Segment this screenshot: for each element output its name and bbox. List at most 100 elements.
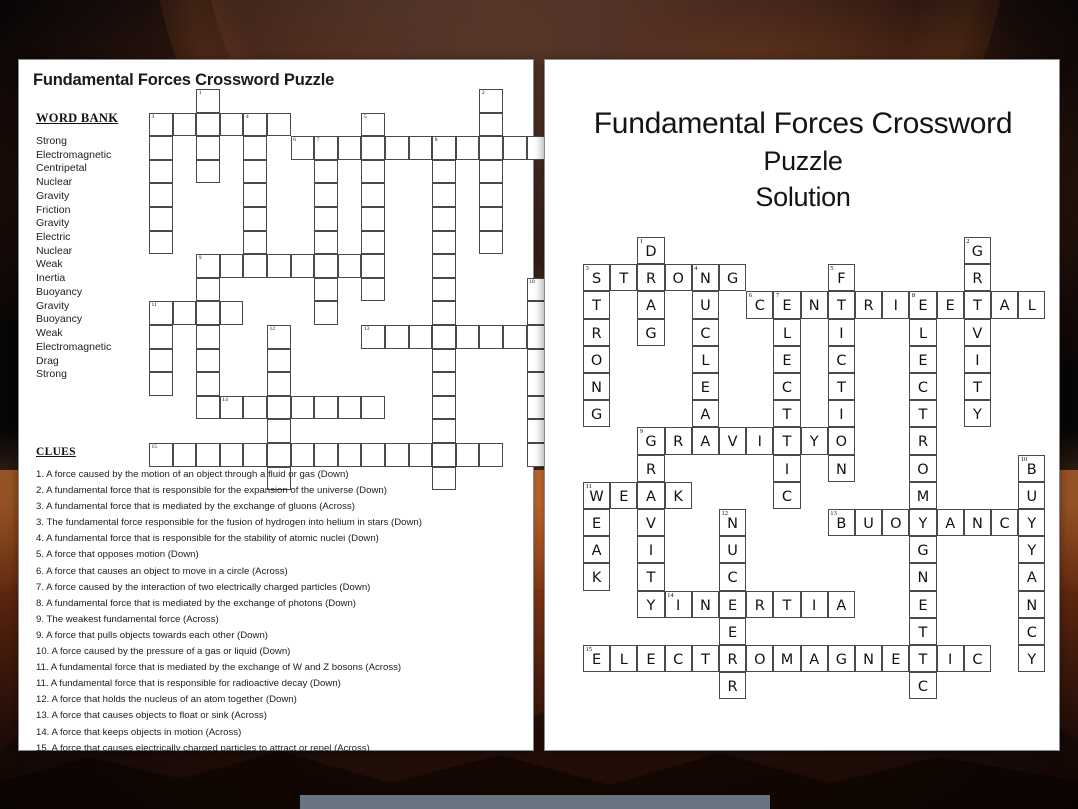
crossword-cell[interactable]	[267, 419, 291, 443]
crossword-cell[interactable]	[432, 277, 456, 302]
crossword-cell[interactable]	[314, 207, 338, 231]
crossword-cell[interactable]	[267, 254, 291, 278]
crossword-cell[interactable]	[479, 112, 503, 137]
crossword-cell[interactable]	[432, 443, 456, 467]
crossword-cell[interactable]	[196, 277, 220, 302]
crossword-cell[interactable]	[361, 254, 385, 278]
crossword-cell[interactable]	[314, 443, 338, 467]
crossword-cell[interactable]	[219, 443, 244, 467]
crossword-cell[interactable]: 5	[361, 112, 385, 137]
crossword-cell[interactable]: 14	[219, 395, 244, 420]
crossword-cell[interactable]	[432, 301, 456, 325]
crossword-cell[interactable]	[149, 136, 173, 160]
crossword-cell[interactable]	[196, 136, 220, 160]
crossword-cell[interactable]	[267, 443, 291, 467]
crossword-cell[interactable]: 12	[267, 325, 291, 349]
crossword-cell[interactable]	[314, 159, 338, 184]
crossword-cell[interactable]	[432, 207, 456, 231]
crossword-cell[interactable]	[243, 254, 267, 278]
crossword-cell[interactable]	[385, 136, 409, 160]
crossword-cell[interactable]	[337, 136, 362, 160]
crossword-cell[interactable]	[314, 183, 338, 207]
crossword-cell[interactable]	[243, 230, 267, 255]
crossword-cell[interactable]	[503, 325, 527, 349]
crossword-cell[interactable]	[219, 254, 244, 278]
crossword-cell[interactable]	[479, 207, 503, 231]
crossword-cell[interactable]	[149, 348, 173, 373]
crossword-cell[interactable]	[267, 395, 291, 420]
crossword-cell[interactable]	[361, 183, 385, 207]
crossword-cell[interactable]	[479, 159, 503, 184]
crossword-cell[interactable]	[432, 395, 456, 420]
crossword-cell[interactable]	[149, 159, 173, 184]
crossword-cell[interactable]	[314, 230, 338, 255]
crossword-cell[interactable]	[196, 348, 220, 373]
crossword-cell[interactable]	[408, 443, 433, 467]
crossword-cell[interactable]	[503, 136, 527, 160]
crossword-cell[interactable]	[149, 230, 173, 255]
crossword-cell[interactable]	[314, 395, 338, 420]
crossword-cell[interactable]	[196, 301, 220, 325]
crossword-cell[interactable]	[196, 112, 220, 137]
crossword-cell[interactable]	[172, 112, 197, 137]
crossword-cell[interactable]	[172, 301, 197, 325]
crossword-cell[interactable]: 9	[196, 254, 220, 278]
crossword-cell[interactable]	[479, 325, 503, 349]
crossword-cell[interactable]	[385, 443, 409, 467]
crossword-cell[interactable]	[243, 136, 267, 160]
crossword-cell[interactable]: 15	[149, 443, 173, 467]
crossword-cell[interactable]	[432, 183, 456, 207]
crossword-cell[interactable]	[337, 254, 362, 278]
crossword-cell[interactable]	[361, 277, 385, 302]
crossword-cell[interactable]	[432, 230, 456, 255]
crossword-cell[interactable]	[314, 277, 338, 302]
crossword-cell[interactable]	[455, 136, 480, 160]
crossword-cell[interactable]	[267, 348, 291, 373]
crossword-cell[interactable]	[408, 325, 433, 349]
crossword-cell[interactable]	[267, 112, 291, 137]
crossword-cell[interactable]	[196, 395, 220, 420]
crossword-cell[interactable]	[149, 207, 173, 231]
crossword-cell[interactable]	[361, 395, 385, 420]
crossword-cell[interactable]	[243, 443, 267, 467]
crossword-cell[interactable]	[432, 419, 456, 443]
crossword-cell[interactable]	[149, 325, 173, 349]
crossword-cell[interactable]: 7	[314, 136, 338, 160]
crossword-cell[interactable]: 3	[149, 112, 173, 137]
crossword-cell[interactable]	[172, 443, 197, 467]
crossword-cell[interactable]	[432, 348, 456, 373]
crossword-cell[interactable]	[408, 136, 433, 160]
crossword-cell[interactable]	[243, 159, 267, 184]
crossword-cell[interactable]	[455, 325, 480, 349]
crossword-cell[interactable]: 11	[149, 301, 173, 325]
crossword-cell[interactable]	[290, 254, 315, 278]
crossword-cell[interactable]: 4	[243, 112, 267, 137]
crossword-cell[interactable]	[243, 395, 267, 420]
crossword-cell[interactable]	[361, 230, 385, 255]
crossword-cell[interactable]	[243, 207, 267, 231]
crossword-cell[interactable]	[479, 230, 503, 255]
crossword-cell[interactable]: 13	[361, 325, 385, 349]
crossword-cell[interactable]	[290, 395, 315, 420]
crossword-cell[interactable]	[361, 159, 385, 184]
crossword-cell[interactable]	[149, 372, 173, 396]
crossword-cell[interactable]	[219, 112, 244, 137]
crossword-cell[interactable]: 2	[479, 89, 503, 113]
crossword-cell[interactable]: 6	[290, 136, 315, 160]
crossword-cell[interactable]	[149, 183, 173, 207]
puzzle-grid[interactable]: 1 2 3 4 5 6 7 8 9 10 11 12 13 14 15	[149, 89, 551, 491]
crossword-cell[interactable]	[361, 136, 385, 160]
crossword-cell[interactable]	[196, 159, 220, 184]
crossword-cell[interactable]	[290, 443, 315, 467]
crossword-cell[interactable]	[432, 325, 456, 349]
crossword-cell[interactable]	[361, 207, 385, 231]
crossword-cell[interactable]	[196, 372, 220, 396]
crossword-cell[interactable]	[243, 183, 267, 207]
crossword-cell[interactable]	[479, 443, 503, 467]
crossword-cell[interactable]	[314, 254, 338, 278]
crossword-cell[interactable]: 8	[432, 136, 456, 160]
crossword-cell[interactable]	[196, 325, 220, 349]
crossword-cell[interactable]	[337, 443, 362, 467]
crossword-cell[interactable]	[455, 443, 480, 467]
crossword-cell[interactable]	[479, 183, 503, 207]
